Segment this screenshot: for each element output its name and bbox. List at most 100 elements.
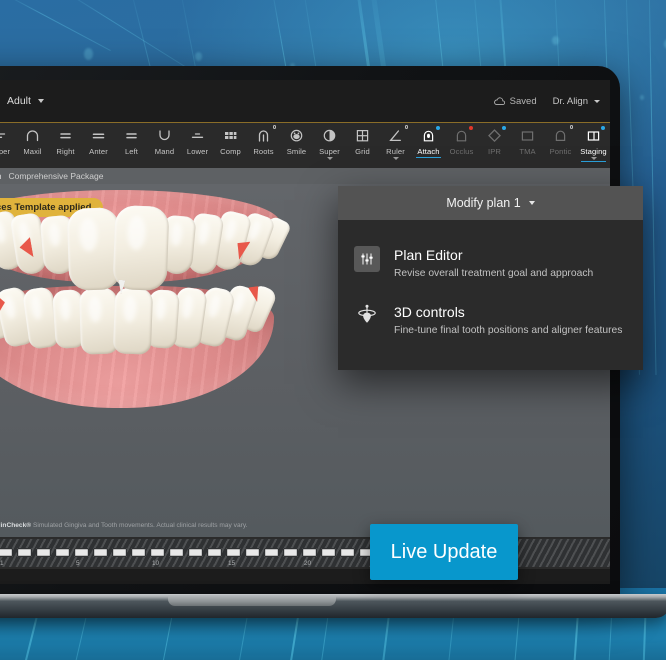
chevron-down-icon: [37, 99, 44, 103]
toolbar-item-occlus[interactable]: Occlus: [445, 123, 478, 156]
mandibular-arch-icon: [156, 127, 173, 144]
toolbar-item-smile[interactable]: Smile: [280, 123, 313, 156]
degree-marker-icon: [272, 125, 276, 129]
toolbar-item-tma[interactable]: TMA: [511, 123, 544, 156]
modify-plan-menu: Plan Editor Revise overall treatment goa…: [338, 220, 643, 370]
toolbar-item-pontic[interactable]: Pontic: [544, 123, 577, 156]
occlusion-icon: [453, 126, 473, 144]
pontic-icon: [552, 125, 573, 144]
timeline-tick-label: 1: [0, 560, 4, 567]
plan-name-label: an: [0, 171, 1, 181]
chevron-down-icon[interactable]: [590, 157, 597, 160]
timeline-step[interactable]: [245, 548, 260, 557]
bokeh-dot: [552, 36, 559, 45]
toolbar-item-label: TMA: [519, 147, 536, 156]
maxillary-arch-icon: [24, 127, 41, 144]
tma-folder-icon: [519, 127, 536, 144]
toolbar-item-anter[interactable]: Anter: [82, 123, 115, 156]
toolbar-item-label: Comp: [220, 147, 241, 156]
bokeh-dot: [84, 48, 93, 60]
laptop-base-notch: [168, 595, 336, 606]
timeline-step[interactable]: [264, 548, 279, 557]
app-top-bar: Adult Saved Dr. Align: [0, 80, 610, 122]
timeline-step[interactable]: [226, 548, 241, 557]
toolbar-item-label: Grid: [355, 147, 370, 156]
sliders-equalizer-icon: [354, 246, 380, 272]
modify-plan-label: Modify plan 1: [446, 196, 521, 210]
toolbar-item-mand[interactable]: Mand: [148, 123, 181, 156]
toolbar-item-right[interactable]: Right: [49, 123, 82, 156]
menu-item-plan-editor[interactable]: Plan Editor Revise overall treatment goa…: [338, 236, 643, 293]
stage-timeline[interactable]: 1 5 10 15 20: [0, 537, 610, 569]
timeline-step[interactable]: [74, 548, 89, 557]
cloud-icon: [493, 96, 505, 105]
disclaimer-brand: ClinCheck®: [0, 522, 32, 529]
toolbar-item-label: Attach: [417, 147, 440, 156]
toolbar-item-lower[interactable]: Lower: [181, 123, 214, 156]
age-group-label: Adult: [7, 95, 31, 107]
timeline-step[interactable]: [283, 548, 298, 557]
toolbar-item-left[interactable]: Left: [115, 123, 148, 156]
3d-controls-text: 3D controls Fine-tune final tooth positi…: [394, 303, 622, 338]
timeline-step[interactable]: [321, 548, 336, 557]
toolbar-item-roots[interactable]: Roots: [247, 123, 280, 156]
anterior-view-icon: [90, 127, 107, 144]
timeline-step[interactable]: [0, 548, 13, 557]
toolbar-item-maxil[interactable]: Maxil: [16, 123, 49, 156]
disclaimer-text: Simulated Gingiva and Tooth movements. A…: [32, 522, 248, 529]
timeline-track[interactable]: 1 5 10 15 20: [0, 539, 610, 567]
plan-editor-desc: Revise overall treatment goal and approa…: [394, 268, 594, 279]
status-dot: [436, 126, 440, 130]
dental-model-3d[interactable]: [0, 190, 293, 412]
timeline-steps[interactable]: [0, 548, 610, 557]
toolbar-item-staging[interactable]: Staging: [577, 123, 610, 162]
smile-icon: [288, 127, 305, 144]
chevron-down-icon: [594, 99, 600, 103]
timeline-step[interactable]: [188, 548, 203, 557]
timeline-step[interactable]: [340, 548, 355, 557]
toolbar-item-label: Upper: [0, 147, 11, 156]
tooth-upper[interactable]: [112, 205, 170, 291]
chevron-down-icon[interactable]: [326, 157, 333, 160]
modify-plan-dropdown[interactable]: Modify plan 1: [338, 186, 643, 220]
timeline-step[interactable]: [302, 548, 317, 557]
user-menu[interactable]: Dr. Align: [553, 96, 600, 107]
degree-marker-icon: [569, 125, 573, 129]
live-update-button[interactable]: Live Update: [370, 524, 518, 580]
tooth-lower[interactable]: [112, 287, 154, 355]
toolbar-item-label: Maxil: [23, 147, 42, 156]
toolbar-item-ruler[interactable]: Ruler: [379, 123, 412, 160]
toolbar-item-attach[interactable]: Attach: [412, 123, 445, 158]
timeline-step[interactable]: [207, 548, 222, 557]
timeline-step[interactable]: [93, 548, 108, 557]
attachment-icon: [420, 126, 440, 144]
user-name-label: Dr. Align: [552, 95, 588, 107]
degree-marker-icon: [404, 125, 408, 129]
toolbar-item-upper[interactable]: Upper: [0, 123, 16, 156]
timeline-step[interactable]: [150, 548, 165, 557]
timeline-step[interactable]: [112, 548, 127, 557]
top-bar-right: Saved Dr. Align: [493, 96, 600, 107]
timeline-step[interactable]: [36, 548, 51, 557]
timeline-tick-label: 20: [304, 560, 312, 567]
package-label: Comprehensive Package: [8, 171, 104, 181]
menu-item-3d-controls[interactable]: 3D controls Fine-tune final tooth positi…: [338, 293, 643, 350]
timeline-step[interactable]: [131, 548, 146, 557]
toolbar-item-label: Occlus: [449, 147, 474, 156]
plan-info-row: an Comprehensive Package: [0, 168, 610, 184]
toolbar-item-label: Anter: [89, 147, 108, 156]
superimpose-icon: [321, 127, 338, 144]
3d-controls-desc: Fine-tune final tooth positions and alig…: [394, 324, 623, 336]
timeline-step[interactable]: [17, 548, 32, 557]
timeline-step[interactable]: [55, 548, 70, 557]
toolbar-item-grid[interactable]: Grid: [346, 123, 379, 156]
plan-editor-text: Plan Editor Revise overall treatment goa…: [394, 246, 593, 281]
toolbar-item-label: Right: [56, 147, 75, 156]
age-group-select[interactable]: Adult: [7, 95, 44, 107]
toolbar-item-super[interactable]: Super: [313, 123, 346, 160]
toolbar-item-comp[interactable]: Comp: [214, 123, 247, 156]
timeline-tick-label: 10: [152, 560, 160, 567]
toolbar-item-ipr[interactable]: IPR: [478, 123, 511, 156]
chevron-down-icon[interactable]: [392, 157, 399, 160]
timeline-step[interactable]: [169, 548, 184, 557]
